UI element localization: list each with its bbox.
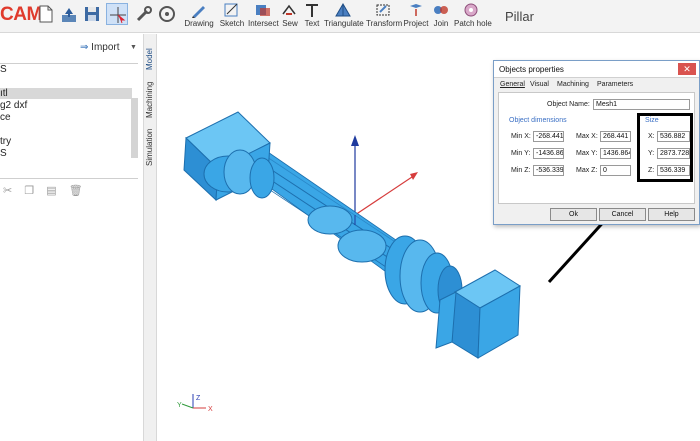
- triangulate-tool-button[interactable]: Triangulate: [324, 2, 364, 32]
- tab-machining[interactable]: Machining: [557, 81, 589, 88]
- import-icon: ⇒: [80, 42, 89, 53]
- min-y-label: Min Y:: [511, 150, 531, 157]
- min-z-label: Min Z:: [511, 167, 531, 174]
- tree-item[interactable]: ce: [0, 112, 132, 123]
- x-axis-line: [354, 174, 416, 216]
- gizmo-x-label: X: [208, 406, 213, 413]
- patch-hole-tool-button[interactable]: Patch hole: [454, 2, 492, 32]
- project-icon: [410, 4, 422, 16]
- select-tool-icon[interactable]: [106, 3, 128, 25]
- tree-actions: ✂ ❐ ▤ 🗑: [3, 184, 92, 198]
- object-tree: S ıtl g2 dxf ce try S: [0, 63, 138, 179]
- sketch-tool-button[interactable]: Sketch: [218, 2, 246, 32]
- join-icon: [434, 6, 448, 14]
- tree-scrollbar[interactable]: [131, 98, 138, 158]
- help-button[interactable]: Help: [648, 208, 695, 221]
- sew-tool-button[interactable]: Sew: [281, 2, 299, 32]
- min-x-label: Min X:: [511, 133, 531, 140]
- max-y-label: Max Y:: [576, 150, 598, 157]
- x-axis-arrow: [410, 172, 418, 180]
- min-z-field[interactable]: -536.339: [533, 165, 564, 176]
- paste-icon[interactable]: ▤: [46, 184, 56, 197]
- tree-item-selected[interactable]: ıtl: [0, 88, 132, 99]
- triangulate-icon: [335, 3, 351, 17]
- ok-button[interactable]: Ok: [550, 208, 597, 221]
- join-tool-button[interactable]: Join: [431, 2, 451, 32]
- dialog-titlebar[interactable]: Objects properties ✕: [494, 61, 699, 78]
- tab-model[interactable]: Model: [145, 36, 157, 70]
- copy-icon[interactable]: ❐: [24, 184, 34, 197]
- object-name-label: Object Name:: [547, 101, 590, 108]
- tree-item[interactable]: [0, 77, 132, 88]
- text-tool-button[interactable]: Text: [302, 2, 322, 32]
- delete-icon[interactable]: 🗑: [69, 184, 83, 197]
- intersect-tool-button[interactable]: Intersect: [248, 2, 279, 32]
- pillar-mesh: [183, 111, 521, 359]
- project-name: Pillar: [505, 9, 534, 24]
- tree-item[interactable]: S: [0, 64, 132, 75]
- max-z-label: Max Z:: [576, 167, 598, 174]
- tab-machining[interactable]: Machining: [145, 72, 157, 118]
- tab-simulation[interactable]: Simulation: [145, 120, 157, 166]
- size-highlight-frame: [637, 113, 693, 182]
- object-name-field[interactable]: Mesh1: [593, 99, 690, 110]
- intersect-icon: [256, 5, 270, 16]
- tree-item[interactable]: S: [0, 148, 132, 159]
- tab-general[interactable]: General: [500, 81, 525, 88]
- object-dimensions-title: Object dimensions: [509, 117, 567, 124]
- max-y-field[interactable]: 1436.864: [600, 148, 631, 159]
- open-file-icon[interactable]: [58, 3, 80, 25]
- min-y-field[interactable]: -1436.864: [533, 148, 564, 159]
- text-icon: [306, 4, 318, 17]
- close-button[interactable]: ✕: [678, 63, 696, 75]
- patch-hole-icon: [464, 3, 478, 17]
- main-toolbar: CAM Drawing Sketch Intersect Sew Text Tr…: [0, 0, 700, 33]
- cancel-button[interactable]: Cancel: [599, 208, 646, 221]
- panel-header: ⇒ Import ▼: [0, 34, 143, 64]
- tools-icon[interactable]: [133, 3, 155, 25]
- gizmo-y-label: Y: [177, 402, 182, 409]
- drawing-tool-button[interactable]: Drawing: [184, 2, 214, 32]
- sew-icon: [282, 4, 296, 15]
- object-tree-panel: ⇒ Import ▼ S ıtl g2 dxf ce try S ✂ ❐ ▤ 🗑: [0, 34, 143, 441]
- tree-item[interactable]: try: [0, 136, 132, 147]
- tree-item[interactable]: g2 dxf: [0, 100, 132, 111]
- drawing-icon: [192, 6, 205, 18]
- side-tabs: Model Machining Simulation: [143, 34, 157, 441]
- project-tool-button[interactable]: Project: [403, 2, 429, 32]
- save-icon[interactable]: [81, 3, 103, 25]
- import-button[interactable]: ⇒ Import: [80, 42, 120, 53]
- max-z-field[interactable]: 0: [600, 165, 631, 176]
- gizmo-z-label: Z: [196, 395, 201, 402]
- z-axis-arrow: [351, 135, 359, 146]
- transform-tool-button[interactable]: Transform: [366, 2, 402, 32]
- chevron-down-icon[interactable]: ▼: [130, 44, 137, 51]
- measure-icon[interactable]: [156, 3, 178, 25]
- new-file-icon[interactable]: [35, 3, 57, 25]
- min-x-field[interactable]: -268.441: [533, 131, 564, 142]
- cut-icon[interactable]: ✂: [3, 184, 12, 197]
- sketch-icon: [224, 3, 238, 17]
- tab-visual[interactable]: Visual: [530, 81, 549, 88]
- axis-orientation-gizmo: Z X Y: [177, 394, 213, 413]
- tab-parameters[interactable]: Parameters: [597, 81, 633, 88]
- transform-icon: [376, 4, 390, 16]
- dialog-title: Objects properties: [499, 65, 564, 74]
- max-x-field[interactable]: 268.441: [600, 131, 631, 142]
- max-x-label: Max X:: [576, 133, 598, 140]
